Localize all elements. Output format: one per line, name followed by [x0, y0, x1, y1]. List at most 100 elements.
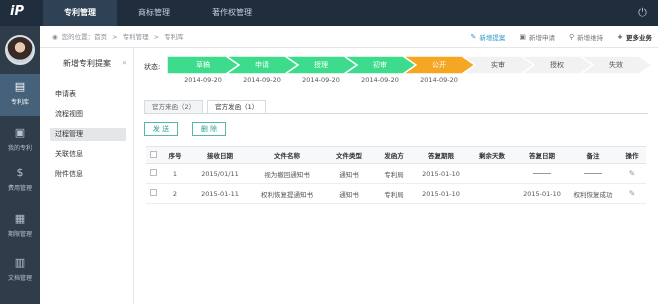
- top-nav-trademark[interactable]: 商标管理: [117, 0, 191, 26]
- toolbar-actions: ✎ 新增提案 ▣ 新增申请 ⚲ 新增维持 + 更多业务: [456, 26, 652, 48]
- top-nav-copyright[interactable]: 著作权管理: [191, 0, 273, 26]
- col-header: 剩余天数: [468, 146, 516, 164]
- col-header: 文件名称: [250, 146, 324, 164]
- empty-dash: [584, 173, 602, 174]
- send-button[interactable]: 发 送: [144, 122, 178, 136]
- row-checkbox[interactable]: [146, 183, 160, 204]
- status-step-date: 2014-09-20: [243, 76, 281, 84]
- edit-icon[interactable]: ✎: [618, 183, 646, 204]
- breadcrumb-patent-library: 专利库: [164, 33, 184, 41]
- submenu-item-related-info[interactable]: 关联信息: [50, 148, 126, 161]
- sidebar-item-label: 文档管理: [7, 275, 32, 282]
- cell-remaining-days: [468, 163, 516, 184]
- calendar-icon: ▦: [14, 212, 26, 225]
- new-proposal-button[interactable]: ✎ 新增提案: [470, 32, 505, 42]
- top-nav-patent[interactable]: 专利管理: [43, 0, 117, 26]
- col-header: 发函方: [374, 146, 414, 164]
- delete-button[interactable]: 删 除: [192, 122, 226, 136]
- tab-official-received[interactable]: 官方来函（2）: [144, 100, 204, 114]
- collapse-icon[interactable]: «: [122, 58, 127, 67]
- breadcrumb: ◉ 您的位置：首页 > 专利管理 > 专利库: [52, 26, 184, 48]
- status-progress: 草稿 申请 授理 初审 公开 实审 授权 失效: [167, 56, 652, 74]
- col-header: 答复期限: [414, 146, 468, 164]
- cell-sender: 专利局: [374, 163, 414, 184]
- submenu-item-attachments[interactable]: 附件信息: [50, 168, 126, 181]
- cell-file-name[interactable]: 权利恢复提通知书: [250, 183, 324, 204]
- submenu-item-flow-view[interactable]: 流程视图: [50, 108, 126, 121]
- my-patent-icon: ▣: [14, 126, 26, 139]
- cell-file-type: 通知书: [324, 163, 374, 184]
- submenu-list: 申请表 流程视图 过程管理 关联信息 附件信息: [50, 88, 126, 188]
- cell-remark: 权利恢复成功: [568, 183, 618, 204]
- cell-file-name[interactable]: 视为撤回通知书: [250, 163, 324, 184]
- cell-remark: [568, 163, 618, 184]
- empty-dash: [533, 173, 551, 174]
- add-file-icon: ▣: [519, 33, 526, 41]
- col-header: 操作: [618, 146, 646, 164]
- new-maintenance-button[interactable]: ⚲ 新增维持: [569, 32, 603, 42]
- cell-reply-deadline: 2015-01-10: [414, 163, 468, 184]
- cell-received-date: 2015-01-11: [190, 183, 250, 204]
- chevron-right-icon: >: [112, 33, 118, 41]
- new-application-label: 新增申请: [528, 34, 555, 42]
- letters-table: 序号 接收日期 文件名称 文件类型 发函方 答复期限 剩余天数 答复日期 备注 …: [146, 146, 646, 204]
- breadcrumb-home[interactable]: 您的位置：首页: [62, 33, 108, 41]
- tab-official-sent[interactable]: 官方发函（1）: [207, 100, 267, 114]
- status-step-date: 2014-09-20: [420, 76, 458, 84]
- cell-reply-date: [516, 163, 568, 184]
- edit-icon[interactable]: ✎: [618, 163, 646, 184]
- power-icon[interactable]: ⏻: [636, 6, 649, 19]
- location-pin-icon: ◉: [52, 33, 58, 41]
- sidebar-item-document[interactable]: ▥ 文档管理: [0, 250, 40, 292]
- col-header: 备注: [568, 146, 618, 164]
- submenu-item-process-management[interactable]: 过程管理: [50, 128, 126, 141]
- sidebar-item-patent-library[interactable]: ▤ 专利库: [0, 74, 40, 116]
- tab-bar: 官方来函（2） 官方发函（1）: [144, 100, 270, 114]
- table-row[interactable]: 2 2015-01-11 权利恢复提通知书 通知书 专利局 2015-01-10…: [146, 183, 646, 204]
- status-step: 失效: [580, 56, 652, 74]
- submenu-title: 新增专利提案: [63, 59, 111, 68]
- more-business-button[interactable]: + 更多业务: [617, 32, 652, 42]
- status-step-label: 失效: [609, 61, 623, 69]
- submenu-item-application-form[interactable]: 申请表: [50, 88, 126, 101]
- cell-remaining-days: [468, 183, 516, 204]
- new-proposal-label: 新增提案: [479, 34, 506, 42]
- table-row[interactable]: 1 2015/01/11 视为撤回通知书 通知书 专利局 2015-01-10 …: [146, 163, 646, 184]
- cell-index: 2: [160, 183, 190, 204]
- breadcrumb-bar: ◉ 您的位置：首页 > 专利管理 > 专利库 ✎ 新增提案 ▣ 新增申请 ⚲ 新增维持 + 更多业…: [40, 26, 658, 48]
- avatar[interactable]: [5, 35, 35, 65]
- chart-icon: ⚲: [568, 33, 575, 41]
- col-header: 文件类型: [324, 146, 374, 164]
- chevron-right-icon: >: [153, 33, 160, 41]
- edit-icon: ✎: [470, 33, 477, 41]
- cell-received-date: 2015/01/11: [190, 163, 250, 184]
- sidebar-item-label: 期限管理: [7, 231, 32, 238]
- sidebar: ▤ 专利库 ▣ 我的专利 $ 费用管理 ▦ 期限管理 ▥ 文档管理: [0, 26, 40, 304]
- status-step-date: 2014-09-20: [302, 76, 340, 84]
- sidebar-item-my-patent[interactable]: ▣ 我的专利: [0, 120, 40, 162]
- sidebar-item-label: 专利库: [10, 99, 29, 106]
- new-application-button[interactable]: ▣ 新增申请: [519, 32, 555, 42]
- sidebar-item-label: 我的专利: [7, 145, 32, 152]
- sub-menu: 新增专利提案 « 申请表 流程视图 过程管理 关联信息 附件信息: [40, 48, 134, 304]
- sidebar-item-deadline[interactable]: ▦ 期限管理: [0, 206, 40, 248]
- fee-icon: $: [16, 166, 24, 179]
- table-header-row: 序号 接收日期 文件名称 文件类型 发函方 答复期限 剩余天数 答复日期 备注 …: [146, 146, 646, 164]
- more-business-label: 更多业务: [626, 34, 652, 42]
- cell-file-type: 通知书: [324, 183, 374, 204]
- breadcrumb-patent-management[interactable]: 专利管理: [123, 33, 149, 41]
- main-panel: 状态: 草稿 申请 授理 初审 公开 实审 授权 失效 2014-09-20 2014-09-2…: [134, 48, 658, 304]
- tab-divider: [144, 113, 648, 114]
- status-step-date: 2014-09-20: [184, 76, 222, 84]
- sidebar-item-label: 费用管理: [7, 185, 32, 192]
- cell-sender: 专利局: [374, 183, 414, 204]
- select-all-checkbox[interactable]: [146, 146, 160, 164]
- row-checkbox[interactable]: [146, 163, 160, 184]
- top-bar: iP 专利管理 商标管理 著作权管理 ⏻: [0, 0, 658, 26]
- status-step-date: 2014-09-20: [361, 76, 399, 84]
- top-nav: 专利管理 商标管理 著作权管理: [43, 0, 273, 26]
- document-icon: ▥: [14, 256, 26, 269]
- sidebar-item-fee[interactable]: $ 费用管理: [0, 160, 40, 202]
- status-label: 状态:: [144, 63, 161, 71]
- cell-reply-date: 2015-01-10: [516, 183, 568, 204]
